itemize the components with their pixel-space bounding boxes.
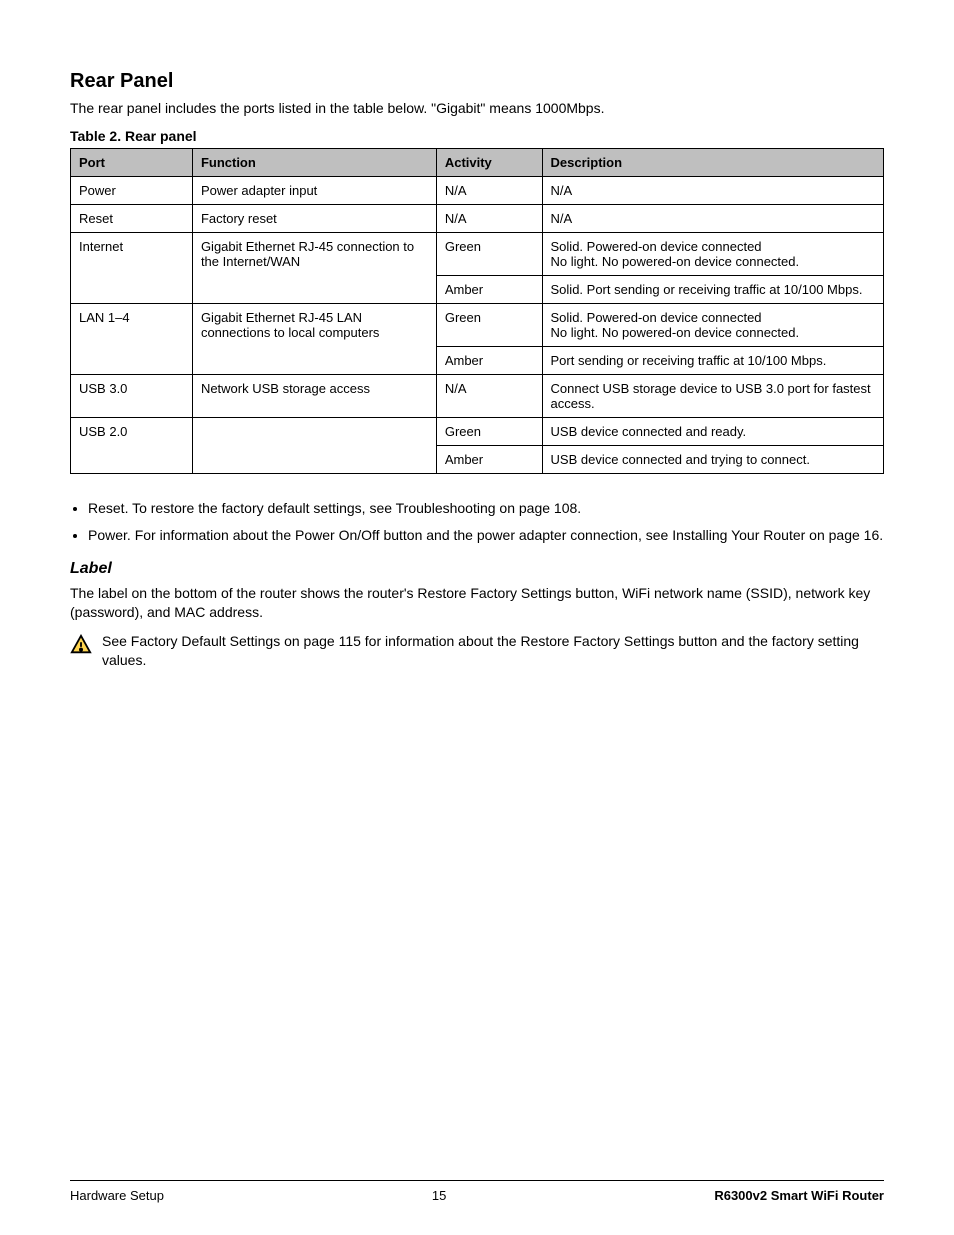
cell: Amber xyxy=(436,445,542,473)
rear-panel-table: Port Function Activity Description Power… xyxy=(70,148,884,474)
cell: Internet xyxy=(71,232,193,303)
cell: Solid. Powered-on device connected No li… xyxy=(542,232,883,275)
col-header: Activity xyxy=(436,148,542,176)
page-container: Rear Panel The rear panel includes the p… xyxy=(0,0,954,1235)
page-footer: Hardware Setup 15 R6300v2 Smart WiFi Rou… xyxy=(70,1188,884,1203)
table-row: Internet Gigabit Ethernet RJ-45 connecti… xyxy=(71,232,884,275)
cell: USB device connected and trying to conne… xyxy=(542,445,883,473)
cell: Green xyxy=(436,417,542,445)
table-row: LAN 1–4 Gigabit Ethernet RJ-45 LAN conne… xyxy=(71,303,884,346)
cell: N/A xyxy=(542,176,883,204)
table-header-row: Port Function Activity Description xyxy=(71,148,884,176)
warning-row: See Factory Default Settings on page 115… xyxy=(70,632,884,670)
cell: N/A xyxy=(436,374,542,417)
cell: Network USB storage access xyxy=(192,374,436,417)
footer-center: 15 xyxy=(432,1188,446,1203)
section-title: Rear Panel xyxy=(70,70,884,93)
cell: Port sending or receiving traffic at 10/… xyxy=(542,346,883,374)
cell: Solid. Powered-on device connected No li… xyxy=(542,303,883,346)
col-header: Function xyxy=(192,148,436,176)
col-header: Port xyxy=(71,148,193,176)
cell: N/A xyxy=(436,176,542,204)
cell: Gigabit Ethernet RJ-45 connection to the… xyxy=(192,232,436,303)
list-item: Power. For information about the Power O… xyxy=(88,525,884,546)
cell: Factory reset xyxy=(192,204,436,232)
intro-text: The rear panel includes the ports listed… xyxy=(70,99,884,118)
warning-icon xyxy=(70,634,92,661)
table-row: Power Power adapter input N/A N/A xyxy=(71,176,884,204)
cell: N/A xyxy=(436,204,542,232)
cell: Solid. Port sending or receiving traffic… xyxy=(542,275,883,303)
cell: Power adapter input xyxy=(192,176,436,204)
footer-right: R6300v2 Smart WiFi Router xyxy=(714,1188,884,1203)
cell: Gigabit Ethernet RJ-45 LAN connections t… xyxy=(192,303,436,374)
table-row: Reset Factory reset N/A N/A xyxy=(71,204,884,232)
list-item: Reset. To restore the factory default se… xyxy=(88,498,884,519)
cell: Reset xyxy=(71,204,193,232)
cell: Power xyxy=(71,176,193,204)
table-caption: Table 2. Rear panel xyxy=(70,128,884,144)
table-row: USB 2.0 Green USB device connected and r… xyxy=(71,417,884,445)
footer-divider xyxy=(70,1180,884,1181)
footer-left: Hardware Setup xyxy=(70,1188,164,1203)
table-row: USB 3.0 Network USB storage access N/A C… xyxy=(71,374,884,417)
cell: USB 3.0 xyxy=(71,374,193,417)
cell: Amber xyxy=(436,275,542,303)
cell: N/A xyxy=(542,204,883,232)
label-heading: Label xyxy=(70,560,884,578)
label-text: The label on the bottom of the router sh… xyxy=(70,584,884,622)
cell: USB 2.0 xyxy=(71,417,193,473)
col-header: Description xyxy=(542,148,883,176)
cell: Connect USB storage device to USB 3.0 po… xyxy=(542,374,883,417)
cell: USB device connected and ready. xyxy=(542,417,883,445)
cell: LAN 1–4 xyxy=(71,303,193,374)
cell: Amber xyxy=(436,346,542,374)
bullet-list: Reset. To restore the factory default se… xyxy=(88,498,884,546)
warning-text: See Factory Default Settings on page 115… xyxy=(102,632,884,670)
cell xyxy=(192,417,436,473)
cell: Green xyxy=(436,303,542,346)
cell: Green xyxy=(436,232,542,275)
